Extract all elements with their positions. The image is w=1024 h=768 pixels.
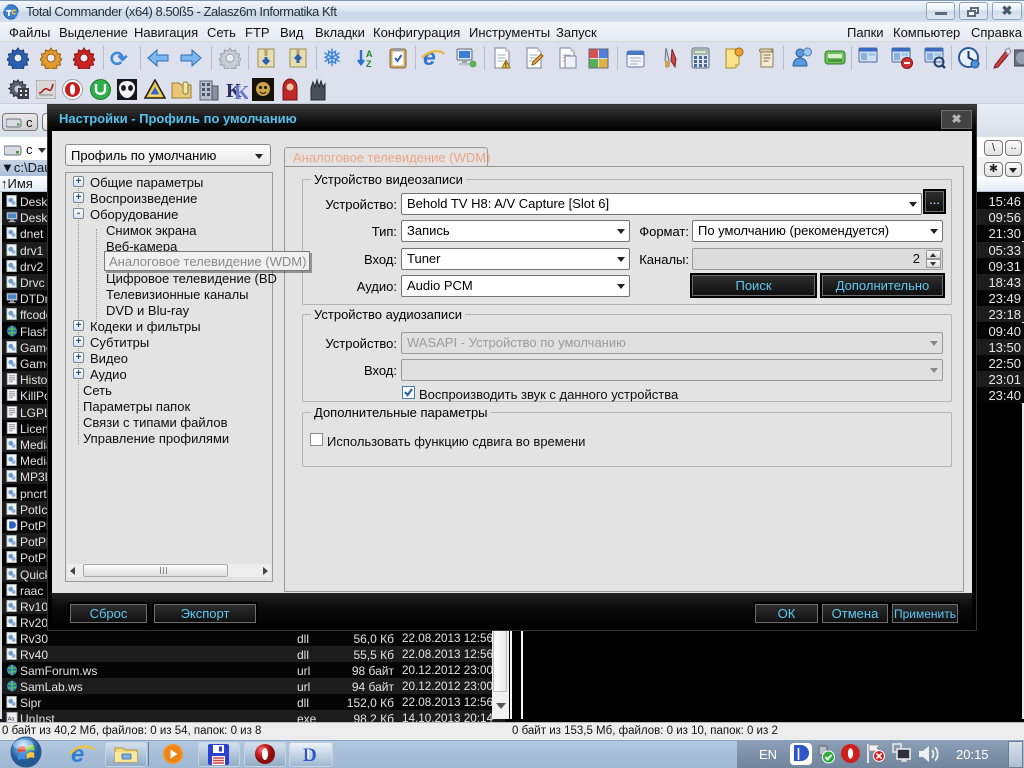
svg-text:D: D (303, 745, 317, 764)
svg-text:Z: Z (366, 59, 372, 69)
svg-text:A: A (366, 49, 373, 59)
svg-text:K: K (234, 82, 248, 101)
svg-text:e: e (71, 741, 84, 767)
svg-text:e: e (423, 44, 436, 70)
svg-text:!: ! (505, 62, 507, 69)
